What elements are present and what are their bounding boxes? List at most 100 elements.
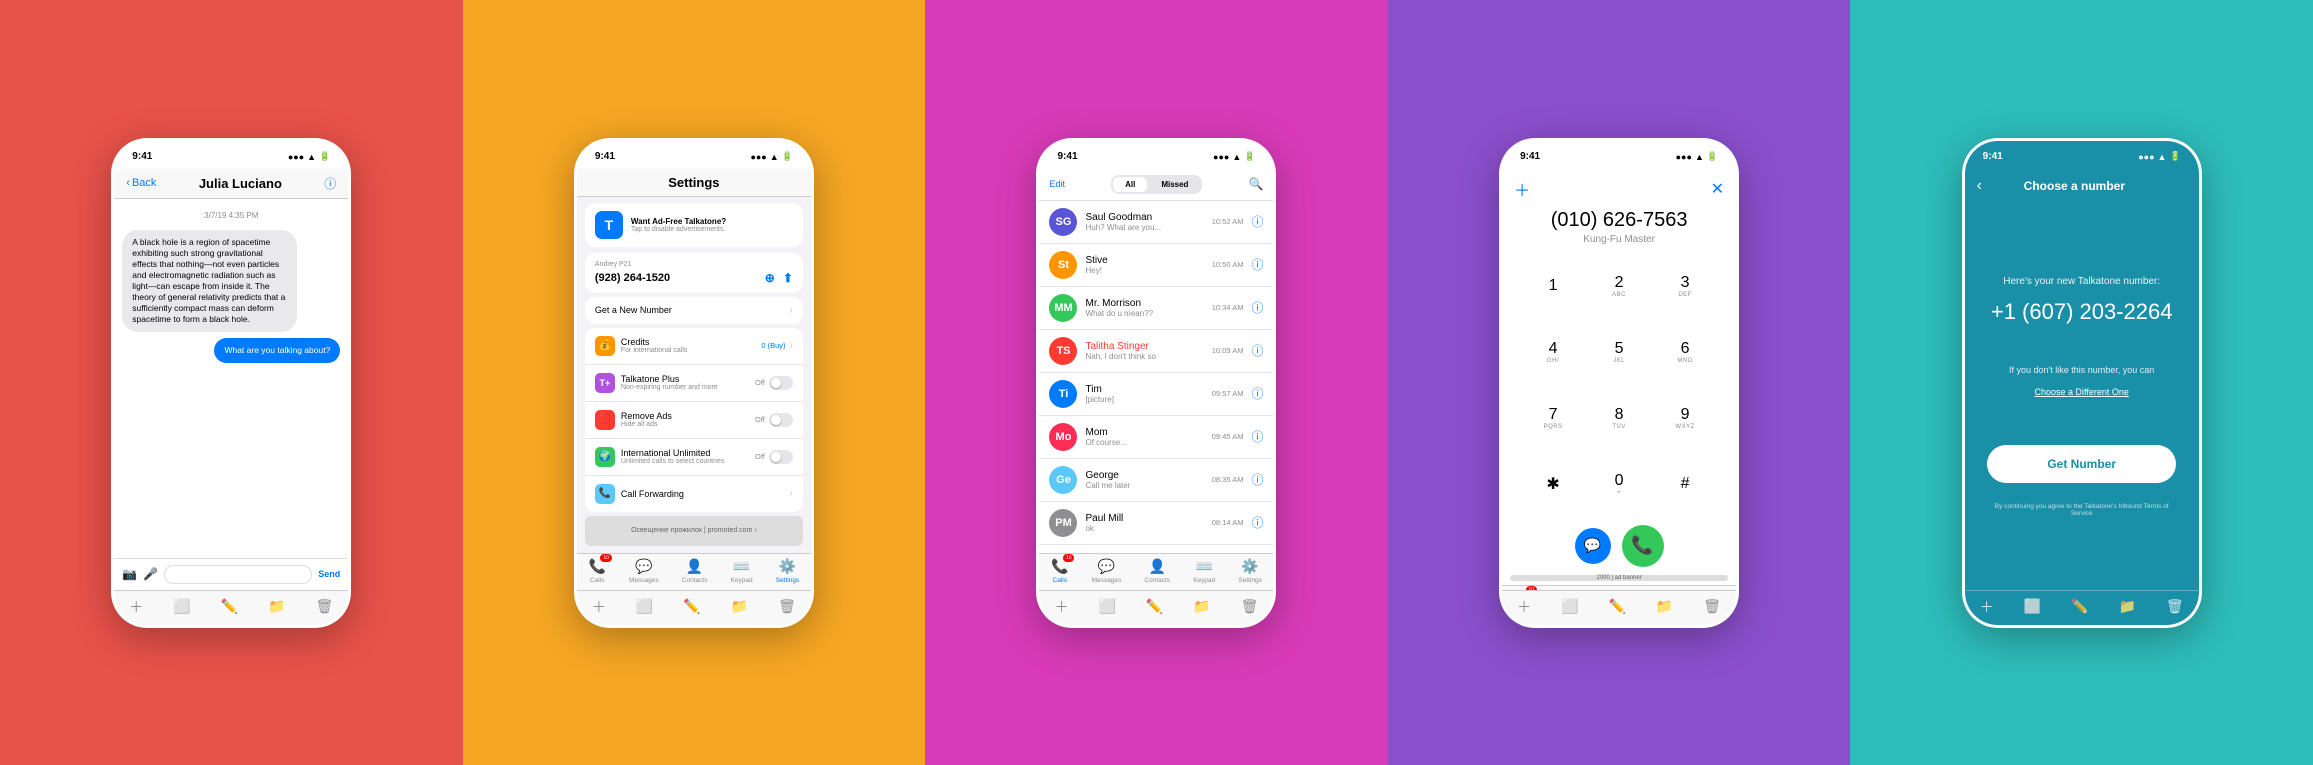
calls-tab-icon-3: 📞 (1051, 558, 1068, 575)
message-input[interactable] (164, 565, 312, 584)
remove-ads-row[interactable]: 🚫 Remove Ads Hide all ads Off (585, 402, 803, 439)
dialer-add-icon[interactable]: ＋ (1514, 177, 1530, 201)
key-3[interactable]: 3DEF (1654, 255, 1716, 317)
key-2[interactable]: 2ABC (1588, 255, 1650, 317)
share-icon-2[interactable]: ⬜ (636, 598, 653, 615)
settings-tab-3[interactable]: ⚙️ Settings (1238, 558, 1262, 584)
key-5[interactable]: 5JKL (1588, 321, 1650, 383)
share-icon-5[interactable]: ⬜ (2024, 598, 2041, 615)
get-number-row[interactable]: Get a New Number › (585, 297, 803, 324)
call-row-6[interactable]: Ge George Call me later 08:35 AM ⓘ (1039, 459, 1273, 502)
info-icon-1[interactable]: ⓘ (1251, 256, 1263, 273)
info-icon-7[interactable]: ⓘ (1251, 514, 1263, 531)
copy-icon[interactable]: ⊕ (765, 271, 775, 285)
search-calls-icon[interactable]: 🔍 (1249, 177, 1264, 191)
talkatone-plus-row[interactable]: T+ Talkatone Plus Non-expiring number an… (585, 365, 803, 402)
credits-row[interactable]: 💰 Credits For international calls 0 (Buy… (585, 328, 803, 365)
key-6[interactable]: 6MNO (1654, 321, 1716, 383)
key-8[interactable]: 8TUV (1588, 387, 1650, 449)
dialer-message-button[interactable]: 💬 (1575, 528, 1611, 564)
add-icon-4[interactable]: ＋ (1517, 597, 1531, 617)
info-icon-6[interactable]: ⓘ (1251, 471, 1263, 488)
compose-icon-2[interactable]: ✏️ (683, 598, 700, 615)
key-0[interactable]: 0+ (1588, 453, 1650, 515)
trash-icon[interactable]: 🗑 (315, 598, 333, 615)
info-icon-5[interactable]: ⓘ (1251, 428, 1263, 445)
ad-banner: Освещение прожилок | promoted.com › (585, 516, 803, 546)
key-4[interactable]: 4GHI (1522, 321, 1584, 383)
calls-tab[interactable]: 📞 Calls (1051, 558, 1068, 584)
info-icon-3[interactable]: ⓘ (1251, 342, 1263, 359)
keypad-tab[interactable]: ⌨️ Keypad (1193, 558, 1215, 584)
call-row-5[interactable]: Mo Mom Of course... 09:45 AM ⓘ (1039, 416, 1273, 459)
trash-icon-3[interactable]: 🗑 (1241, 598, 1259, 615)
folder-icon-3[interactable]: 📁 (1193, 598, 1210, 615)
tab-messages[interactable]: 💬 Messages (629, 558, 659, 584)
choose-different-button[interactable]: Choose a Different One (2034, 387, 2128, 397)
share-icon[interactable]: ⬜ (173, 598, 190, 615)
info-icon-4[interactable]: ⓘ (1251, 385, 1263, 402)
intl-toggle[interactable] (769, 450, 793, 464)
back-button[interactable]: ‹ Back (126, 177, 156, 189)
camera-icon[interactable]: 📷 (122, 567, 137, 581)
add-icon-2[interactable]: ＋ (592, 597, 606, 617)
call-row-7[interactable]: PM Paul Mill ok 08:14 AM ⓘ (1039, 502, 1273, 545)
call-row-4[interactable]: Ti Tim [picture] 09:57 AM ⓘ (1039, 373, 1273, 416)
add-icon-3[interactable]: ＋ (1054, 597, 1068, 617)
trash-icon-4[interactable]: 🗑 (1703, 598, 1721, 615)
get-number-button[interactable]: Get Number (1987, 445, 2176, 483)
add-icon-5[interactable]: ＋ (1980, 597, 1994, 617)
compose-icon[interactable]: ✏️ (221, 598, 238, 615)
compose-icon-5[interactable]: ✏️ (2071, 598, 2088, 615)
settings-ad[interactable]: T Want Ad-Free Talkatone? Tap to disable… (585, 203, 803, 247)
call-fwd-icon: 📞 (595, 484, 615, 504)
share-icon-3[interactable]: ⬜ (1098, 598, 1115, 615)
folder-icon[interactable]: 📁 (268, 598, 285, 615)
key-9[interactable]: 9WXYZ (1654, 387, 1716, 449)
edit-button[interactable]: Edit (1049, 179, 1065, 189)
tab-settings[interactable]: ⚙️ Settings (776, 558, 800, 584)
share-number-icon[interactable]: ⬆ (783, 271, 793, 285)
call-row-3[interactable]: TS Talitha Stinger Nah, I don't think so… (1039, 330, 1273, 373)
trash-icon-5[interactable]: 🗑 (2166, 598, 2184, 615)
send-button[interactable]: Send (318, 569, 340, 579)
get-new-number-row[interactable]: Get a New Number › (585, 297, 803, 324)
tab-contacts[interactable]: 👤 Contacts (682, 558, 708, 584)
compose-icon-3[interactable]: ✏️ (1146, 598, 1163, 615)
contacts-tab[interactable]: 👤 Contacts (1144, 558, 1170, 584)
trash-icon-2[interactable]: 🗑 (778, 598, 796, 615)
folder-icon-5[interactable]: 📁 (2118, 598, 2135, 615)
dialer-call-button[interactable]: 📞 (1622, 525, 1664, 567)
tab-keypad[interactable]: ⌨️ Keypad (731, 558, 753, 584)
info-icon-2[interactable]: ⓘ (1251, 299, 1263, 316)
call-row-2[interactable]: MM Mr. Morrison What do u mean?? 10:34 A… (1039, 287, 1273, 330)
call-row-0[interactable]: SG Saul Goodman Huh? What are you... 10:… (1039, 201, 1273, 244)
info-icon-0[interactable]: ⓘ (1251, 213, 1263, 230)
talkatone-plus-toggle[interactable] (769, 376, 793, 390)
add-icon[interactable]: ＋ (129, 597, 143, 617)
intl-unlimited-row[interactable]: 🌍 International Unlimited Unlimited call… (585, 439, 803, 476)
seg-all[interactable]: All (1113, 177, 1147, 192)
folder-icon-4[interactable]: 📁 (1656, 598, 1673, 615)
dialer-close-icon[interactable]: ✕ (1711, 179, 1724, 199)
tab-calls[interactable]: 📞 Calls (588, 558, 605, 584)
messages-tab[interactable]: 💬 Messages (1092, 558, 1122, 584)
remove-ads-toggle[interactable] (769, 413, 793, 427)
share-icon-4[interactable]: ⬜ (1561, 598, 1578, 615)
info-button[interactable]: ⓘ (324, 175, 336, 192)
notch-4 (1579, 141, 1659, 163)
call-row-1[interactable]: St Stive Hey! 10:50 AM ⓘ (1039, 244, 1273, 287)
phone-calls: 9:41 ●●● ▲ 🔋 Edit All Missed 🔍 SG (1036, 138, 1276, 628)
phone-messages: 9:41 ●●● ▲ 🔋 ‹ Back Julia Luciano ⓘ 3/7/… (111, 138, 351, 628)
mic-icon[interactable]: 🎤 (143, 567, 158, 581)
key-1[interactable]: 1 (1522, 255, 1584, 317)
key-star[interactable]: ✱ (1522, 453, 1584, 515)
folder-icon-2[interactable]: 📁 (731, 598, 748, 615)
compose-icon-4[interactable]: ✏️ (1608, 598, 1625, 615)
key-hash[interactable]: # (1654, 453, 1716, 515)
call-forwarding-row[interactable]: 📞 Call Forwarding › (585, 476, 803, 512)
settings-title: Settings (629, 175, 759, 190)
seg-missed[interactable]: Missed (1149, 177, 1200, 192)
dialer-contact-name: Kung-Fu Master (1502, 234, 1736, 245)
key-7[interactable]: 7PQRS (1522, 387, 1584, 449)
